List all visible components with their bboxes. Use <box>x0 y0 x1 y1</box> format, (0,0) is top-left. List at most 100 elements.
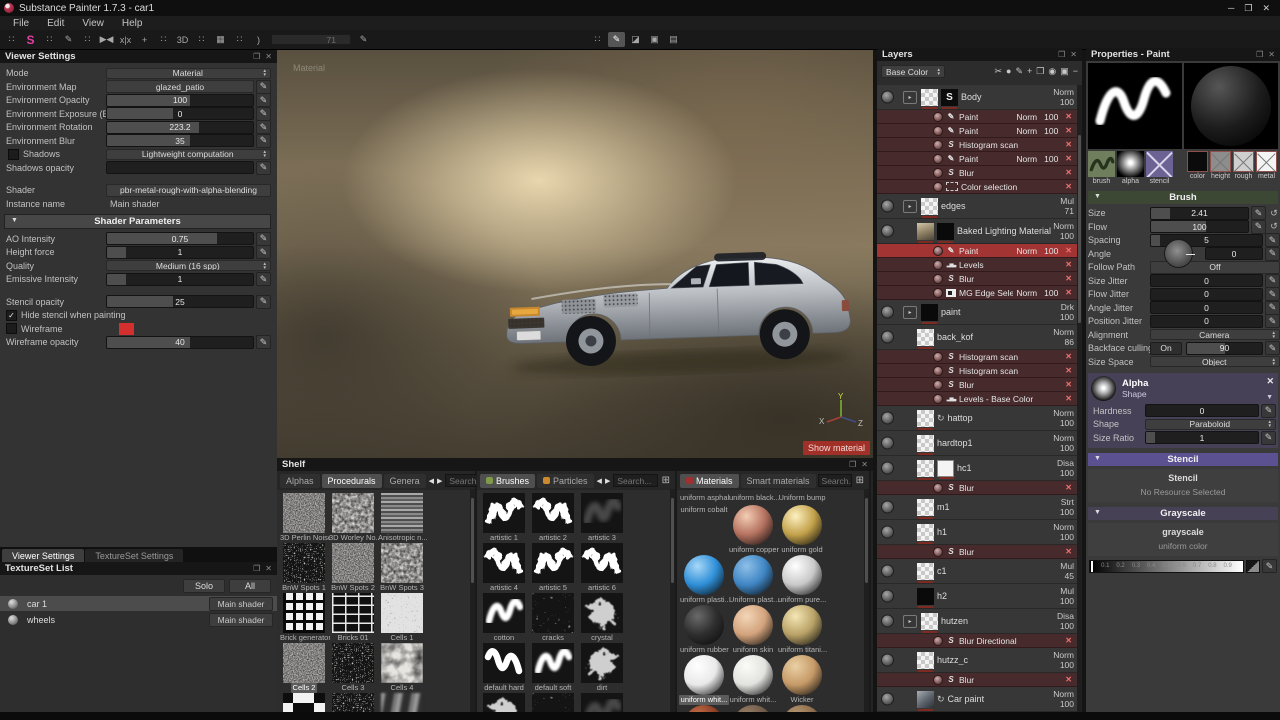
shape-dropdown[interactable]: Paraboloid▲▼ <box>1145 419 1276 430</box>
value-slider[interactable]: 25 <box>106 295 254 308</box>
layer-thumbnail[interactable] <box>917 435 934 452</box>
layer-blend-mode[interactable]: Disa <box>1057 458 1074 469</box>
view-3d-icon[interactable]: 3D <box>174 32 191 47</box>
shelf-thumb[interactable] <box>381 643 423 683</box>
shelf-item[interactable]: uniform whit... <box>729 655 777 705</box>
layer-row[interactable]: hc1Disa100 <box>877 456 1077 481</box>
dock-handle-icon[interactable]: ∷ <box>3 32 20 47</box>
shelf-item[interactable]: BnW Spots 3 <box>378 543 426 593</box>
layer-row[interactable]: ▸hutzenDisa100 <box>877 609 1077 634</box>
layer-thumbnail[interactable] <box>921 89 938 106</box>
shelf-item[interactable]: default soft <box>529 643 577 693</box>
layer-effect-row[interactable]: SBlur✕ <box>877 481 1077 495</box>
layer-visibility-icon[interactable] <box>881 225 894 238</box>
layer-thumbnail[interactable] <box>917 563 934 580</box>
edit-pencil-icon[interactable]: ✎ <box>256 134 271 148</box>
layer-effect-row[interactable]: SBlur✕ <box>877 166 1077 180</box>
shelf-item[interactable]: dirt 2 <box>480 693 528 712</box>
float-panel-icon[interactable]: ❒ <box>253 564 260 573</box>
edit-pencil-icon[interactable]: ✎ <box>256 245 271 259</box>
close-panel-icon[interactable]: ✕ <box>265 52 272 61</box>
layer-opacity[interactable]: 100 <box>1060 507 1074 518</box>
add-layer-icon[interactable]: + <box>1027 66 1032 77</box>
transform-icon[interactable]: + <box>136 32 153 47</box>
layer-thumbnail[interactable] <box>917 223 934 240</box>
layer-effect-row[interactable]: ▂▅▃Levels - Base Color✕ <box>877 392 1077 406</box>
brush-chip[interactable] <box>1088 151 1115 177</box>
stencil-section-header[interactable]: ▼ Stencil <box>1088 453 1278 466</box>
layer-effect-row[interactable]: ✎PaintNorm100✕ <box>877 110 1077 124</box>
close-panel-icon[interactable]: ✕ <box>1268 50 1275 59</box>
scrollbar-thumb[interactable] <box>471 498 474 583</box>
layer-visibility-icon[interactable] <box>881 501 894 514</box>
layer-row[interactable]: ↻hattopNorm100 <box>877 406 1077 431</box>
scrollbar-thumb[interactable] <box>865 498 868 583</box>
layer-opacity[interactable]: 100 <box>1053 418 1074 429</box>
remove-effect-icon[interactable]: ✕ <box>1061 352 1075 361</box>
value-slider[interactable] <box>106 161 254 174</box>
layer-opacity[interactable]: 100 <box>1057 621 1074 632</box>
layer-effect-row[interactable]: SHistogram scan✕ <box>877 364 1077 378</box>
effect-visibility-icon[interactable] <box>933 126 943 136</box>
layer-thumbnail[interactable] <box>937 460 954 477</box>
menu-view[interactable]: View <box>73 18 113 29</box>
grid-view-icon[interactable]: ⊞ <box>660 475 672 486</box>
layer-visibility-icon[interactable] <box>881 200 894 213</box>
effect-blend-mode[interactable]: Norm <box>1016 246 1037 256</box>
edit-pencil-icon[interactable]: ✎ <box>256 161 271 175</box>
layer-blend-mode[interactable]: Norm <box>1053 327 1074 338</box>
shelf-item[interactable]: dirt <box>578 643 626 693</box>
layer-blend-mode[interactable]: Norm <box>1053 522 1074 533</box>
layer-row[interactable]: c1Mul45 <box>877 559 1077 584</box>
shelf-thumb[interactable] <box>483 543 525 583</box>
layer-visibility-icon[interactable] <box>881 412 894 425</box>
effect-visibility-icon[interactable] <box>933 352 943 362</box>
remove-effect-icon[interactable]: ✕ <box>1061 366 1075 375</box>
close-panel-icon[interactable]: ✕ <box>1070 50 1077 59</box>
shelf-item[interactable]: uniform whit... <box>680 655 728 705</box>
bricks-thumb[interactable] <box>332 593 374 633</box>
remove-effect-icon[interactable]: ✕ <box>1061 274 1075 283</box>
layer-blend-mode[interactable]: Mul <box>1060 196 1074 207</box>
shelf-thumb[interactable] <box>532 543 574 583</box>
shelf-item[interactable]: Checker 2 <box>329 693 377 712</box>
layer-visibility-icon[interactable] <box>881 526 894 539</box>
folder-toggle-icon[interactable]: ▸ <box>903 615 917 628</box>
add-folder-icon[interactable]: ▣ <box>1060 66 1069 77</box>
shader-assignment-button[interactable]: Main shader <box>209 597 273 611</box>
close-panel-icon[interactable]: ✕ <box>861 460 868 469</box>
layer-thumbnail[interactable] <box>917 460 934 477</box>
fill-layer-icon[interactable]: ● <box>1006 66 1011 77</box>
effect-opacity[interactable]: 100 <box>1044 246 1058 256</box>
shelf-item[interactable]: uniform black... <box>729 493 777 505</box>
value-slider[interactable]: 0 <box>1150 315 1263 328</box>
shadows-dropdown[interactable]: Lightweight computation▲▼ <box>106 149 271 160</box>
effect-visibility-icon[interactable] <box>933 260 943 270</box>
layer-opacity[interactable]: 100 <box>1053 443 1074 454</box>
layer-effect-row[interactable]: SBlur✕ <box>877 545 1077 559</box>
value-slider[interactable]: 0 <box>1150 301 1263 314</box>
shelf-item[interactable]: Bricks 01 <box>329 593 377 643</box>
shelf-thumb[interactable] <box>483 693 525 712</box>
material-sphere-thumb[interactable] <box>781 605 823 645</box>
tab-brushes[interactable]: Brushes <box>480 474 535 488</box>
shelf-item[interactable]: Brick generator <box>280 593 328 643</box>
menu-help[interactable]: Help <box>113 18 152 29</box>
layer-effect-row[interactable]: MG Edge SelectNorm100✕ <box>877 286 1077 300</box>
tab-textureset-settings[interactable]: TextureSet Settings <box>85 549 183 562</box>
float-panel-icon[interactable]: ❒ <box>253 52 260 61</box>
effect-visibility-icon[interactable] <box>933 380 943 390</box>
dock-handle-icon[interactable]: ∷ <box>589 32 606 47</box>
tab-genera[interactable]: Genera <box>384 474 426 488</box>
remove-alpha-icon[interactable]: ✕ <box>1266 376 1274 387</box>
shelf-item[interactable]: uniform cobalt <box>680 505 728 517</box>
procedurals-scrollbar[interactable] <box>470 489 475 712</box>
tab-procedurals[interactable]: Procedurals <box>322 474 382 488</box>
shelf-item[interactable]: dirt 3 <box>529 693 577 712</box>
pen-tool-icon[interactable]: ✎ <box>60 32 77 47</box>
tab-viewer-settings[interactable]: Viewer Settings <box>2 549 84 562</box>
layer-effect-row[interactable]: ✎PaintNorm100✕ <box>877 152 1077 166</box>
grid-view-icon[interactable]: ⊞ <box>854 475 866 486</box>
layer-row[interactable]: m1Strt100 <box>877 495 1077 520</box>
shelf-item[interactable]: BnW Spots 1 <box>280 543 328 593</box>
